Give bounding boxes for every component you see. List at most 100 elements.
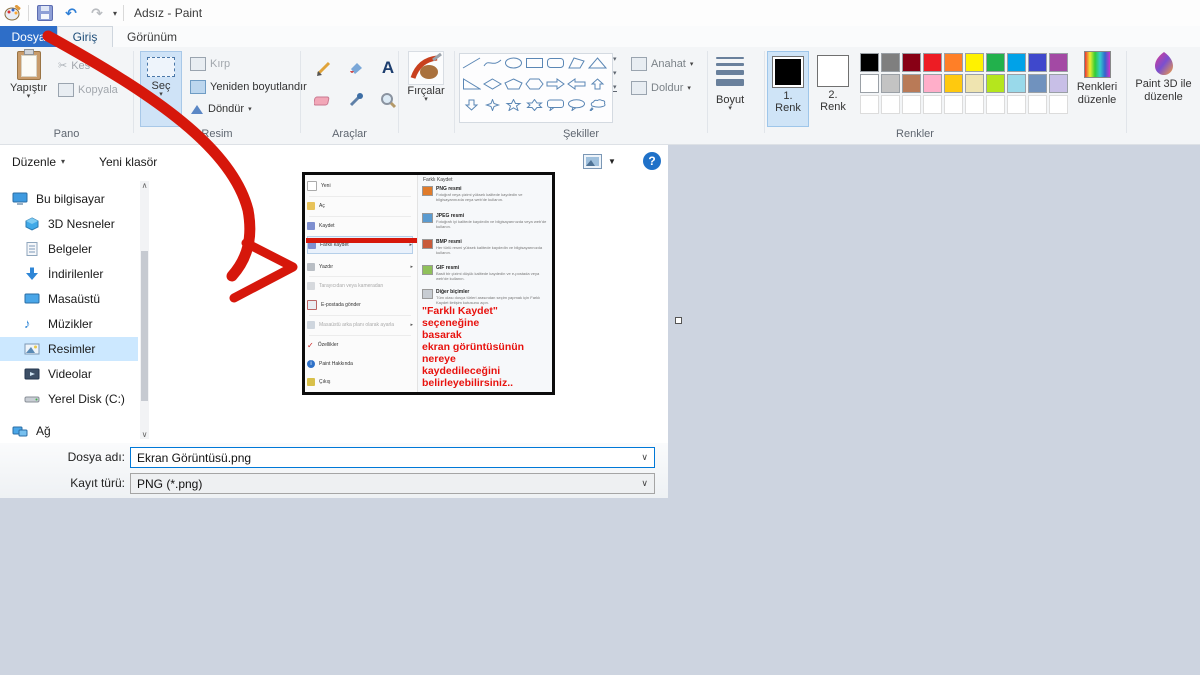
palette-color[interactable]	[944, 53, 963, 72]
combo-caret-icon[interactable]: ∨	[641, 478, 648, 489]
shape-polygon[interactable]	[566, 55, 587, 70]
undo-button[interactable]: ↶	[61, 4, 81, 22]
save-button[interactable]	[35, 4, 55, 22]
crop-button[interactable]: Kırp	[190, 57, 230, 71]
eyedropper-tool[interactable]	[345, 89, 367, 111]
palette-empty[interactable]	[1007, 95, 1026, 114]
shape-six-point-star[interactable]	[524, 97, 545, 112]
sidebar-item-indirilenler[interactable]: İndirilenler	[0, 262, 138, 286]
select-button[interactable]: Seç ▾	[140, 51, 182, 127]
shape-arrow-up[interactable]	[587, 76, 608, 91]
new-folder-button[interactable]: Yeni klasör	[99, 155, 157, 169]
combo-caret-icon[interactable]: ∨	[641, 452, 648, 463]
tab-giris[interactable]: Giriş	[57, 26, 113, 47]
shapes-expand-icon[interactable]: ▾	[613, 83, 617, 92]
eraser-tool[interactable]	[313, 89, 335, 111]
text-tool[interactable]: A	[377, 57, 399, 79]
customize-toolbar-caret[interactable]: ▾	[113, 9, 117, 18]
palette-color[interactable]	[923, 74, 942, 93]
sidebar-scrollbar[interactable]: ∧ ∨	[140, 181, 149, 439]
palette-color[interactable]	[881, 53, 900, 72]
palette-color[interactable]	[860, 53, 879, 72]
sidebar-item-muzikler[interactable]: ♪ Müzikler	[0, 312, 138, 336]
shape-triangle[interactable]	[587, 55, 608, 70]
palette-color[interactable]	[1028, 74, 1047, 93]
shape-rounded-callout[interactable]	[545, 97, 566, 112]
shape-diamond[interactable]	[482, 76, 503, 91]
tab-dosya[interactable]: Dosya	[0, 26, 57, 47]
scroll-thumb[interactable]	[141, 251, 148, 401]
palette-empty[interactable]	[944, 95, 963, 114]
cut-button[interactable]: ✂ Kes	[58, 59, 90, 72]
shape-cloud-callout[interactable]	[587, 97, 608, 112]
palette-color[interactable]	[881, 74, 900, 93]
palette-color[interactable]	[965, 74, 984, 93]
palette-color[interactable]	[902, 53, 921, 72]
copy-button[interactable]: Kopyala	[58, 83, 118, 97]
palette-empty[interactable]	[923, 95, 942, 114]
palette-color[interactable]	[860, 74, 879, 93]
scroll-down-icon[interactable]: ∨	[140, 430, 149, 439]
outline-button[interactable]: Anahat ▾	[631, 57, 693, 71]
sidebar-item-3d-nesneler[interactable]: 3D Nesneler	[0, 212, 138, 236]
edit-colors-button[interactable]: Renkleri düzenle	[1071, 51, 1123, 107]
paste-button[interactable]: Yapıştır ▾	[10, 51, 47, 99]
shape-right-triangle[interactable]	[461, 76, 482, 91]
shape-hexagon[interactable]	[524, 76, 545, 91]
palette-color[interactable]	[1049, 74, 1068, 93]
sidebar-item-resimler[interactable]: Resimler	[0, 337, 138, 361]
shapes-scroll-down-icon[interactable]: ▾	[613, 69, 617, 77]
views-icon[interactable]	[583, 154, 602, 169]
shape-curve[interactable]	[482, 55, 503, 70]
palette-color[interactable]	[986, 74, 1005, 93]
shape-four-point-star[interactable]	[482, 97, 503, 112]
fill-tool[interactable]	[345, 57, 367, 79]
sidebar-item-videolar[interactable]: Videolar	[0, 362, 138, 386]
palette-color[interactable]	[986, 53, 1005, 72]
palette-empty[interactable]	[1049, 95, 1068, 114]
sidebar-item-bu-bilgisayar[interactable]: Bu bilgisayar	[0, 187, 138, 211]
sidebar-item-yerel-disk[interactable]: Yerel Disk (C:)	[0, 387, 138, 411]
palette-empty[interactable]	[1028, 95, 1047, 114]
palette-color[interactable]	[944, 74, 963, 93]
palette-color[interactable]	[923, 53, 942, 72]
fill-button[interactable]: Doldur ▾	[631, 81, 691, 95]
shape-oval-callout[interactable]	[566, 97, 587, 112]
magnifier-tool[interactable]	[377, 89, 399, 111]
shape-five-point-star[interactable]	[503, 97, 524, 112]
views-caret-icon[interactable]: ▼	[608, 157, 616, 166]
rotate-button[interactable]: Döndür ▾	[190, 103, 252, 115]
pencil-tool[interactable]	[313, 57, 335, 79]
brushes-button[interactable]: Fırçalar ▾	[403, 51, 449, 102]
palette-color[interactable]	[1007, 74, 1026, 93]
palette-empty[interactable]	[902, 95, 921, 114]
palette-color[interactable]	[1028, 53, 1047, 72]
palette-empty[interactable]	[965, 95, 984, 114]
help-button[interactable]: ?	[643, 152, 661, 170]
palette-color[interactable]	[902, 74, 921, 93]
color1-button[interactable]: 1. Renk	[767, 51, 809, 127]
shape-ellipse[interactable]	[503, 55, 524, 70]
palette-empty[interactable]	[986, 95, 1005, 114]
shapes-scroll-up-icon[interactable]: ▾	[613, 55, 617, 63]
sidebar-item-masaustu[interactable]: Masaüstü	[0, 287, 138, 311]
shape-arrow-down[interactable]	[461, 97, 482, 112]
shape-pentagon[interactable]	[503, 76, 524, 91]
palette-empty[interactable]	[860, 95, 879, 114]
filename-input[interactable]: Ekran Görüntüsü.png ∨	[130, 447, 655, 468]
canvas-resize-handle[interactable]	[675, 317, 682, 324]
shape-rectangle[interactable]	[524, 55, 545, 70]
palette-color[interactable]	[1049, 53, 1068, 72]
shape-line[interactable]	[461, 55, 482, 70]
color2-button[interactable]: 2. Renk	[812, 51, 854, 127]
size-button[interactable]: Boyut ▾	[716, 51, 744, 111]
palette-color[interactable]	[1007, 53, 1026, 72]
redo-button[interactable]: ↷	[87, 4, 107, 22]
shape-arrow-right[interactable]	[545, 76, 566, 91]
shape-arrow-left[interactable]	[566, 76, 587, 91]
scroll-up-icon[interactable]: ∧	[140, 181, 149, 190]
resize-button[interactable]: Yeniden boyutlandır	[190, 80, 307, 94]
sidebar-item-ag[interactable]: Ağ	[0, 419, 138, 443]
paint3d-button[interactable]: Paint 3D ile düzenle	[1129, 51, 1198, 104]
palette-empty[interactable]	[881, 95, 900, 114]
